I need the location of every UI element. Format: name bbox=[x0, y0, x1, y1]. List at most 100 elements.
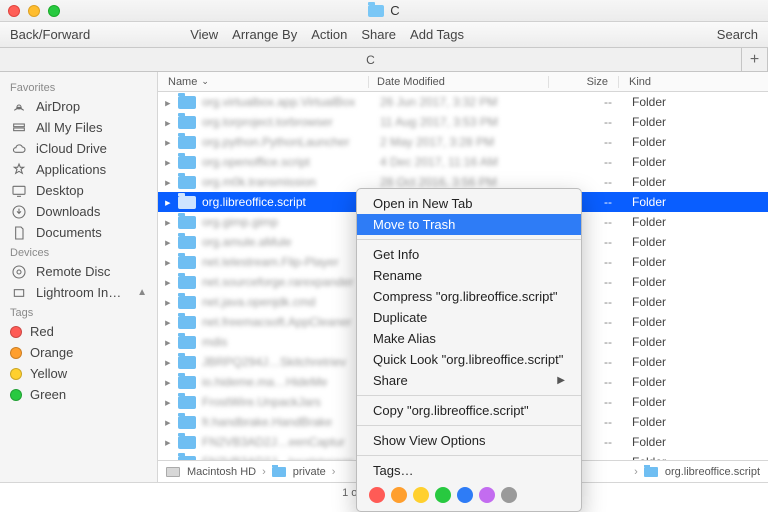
sidebar-item[interactable]: iCloud Drive bbox=[0, 138, 157, 159]
minimize-window-button[interactable] bbox=[28, 5, 40, 17]
disclosure-icon[interactable] bbox=[164, 298, 172, 306]
file-name: FN2VB3AD2J…localstorage bbox=[202, 455, 372, 460]
disclosure-icon[interactable] bbox=[164, 378, 172, 386]
context-menu: Open in New Tab Move to Trash Get InfoRena… bbox=[356, 188, 582, 512]
sidebar-label: Lightroom In… bbox=[36, 285, 121, 300]
folder-icon bbox=[178, 96, 196, 109]
context-menu-item[interactable]: Open in New Tab bbox=[357, 193, 581, 214]
zoom-window-button[interactable] bbox=[48, 5, 60, 17]
context-menu-item[interactable]: Copy "org.libreoffice.script" bbox=[357, 400, 581, 421]
sidebar-label: All My Files bbox=[36, 120, 102, 135]
menu-label: Open in New Tab bbox=[373, 196, 473, 211]
sidebar-item[interactable]: Downloads bbox=[0, 201, 157, 222]
disclosure-icon[interactable] bbox=[164, 338, 172, 346]
sidebar-tag[interactable]: Red bbox=[0, 321, 157, 342]
tag-color-button[interactable] bbox=[457, 487, 473, 503]
close-window-button[interactable] bbox=[8, 5, 20, 17]
column-size[interactable]: Size bbox=[548, 76, 618, 88]
context-menu-item[interactable]: Share▶ bbox=[357, 370, 581, 391]
context-menu-item[interactable]: Rename bbox=[357, 265, 581, 286]
search-button[interactable]: Search bbox=[717, 27, 758, 42]
sidebar-label: Documents bbox=[36, 225, 102, 240]
sidebar-label: Red bbox=[30, 324, 54, 339]
table-row[interactable]: org.python.PythonLauncher2 May 2017, 3:2… bbox=[158, 132, 768, 152]
sidebar-icon bbox=[10, 286, 28, 300]
sidebar-label: Green bbox=[30, 387, 66, 402]
action-button[interactable]: Action bbox=[311, 27, 347, 42]
context-menu-item[interactable]: Quick Look "org.libreoffice.script" bbox=[357, 349, 581, 370]
tab-active[interactable]: C bbox=[0, 48, 742, 71]
disclosure-icon[interactable] bbox=[164, 218, 172, 226]
disclosure-icon[interactable] bbox=[164, 98, 172, 106]
context-menu-item[interactable]: Compress "org.libreoffice.script" bbox=[357, 286, 581, 307]
disclosure-icon[interactable] bbox=[164, 418, 172, 426]
path-leaf[interactable]: org.libreoffice.script bbox=[665, 466, 760, 478]
menu-label: Duplicate bbox=[373, 310, 427, 325]
menu-label: Move to Trash bbox=[373, 217, 455, 232]
disclosure-icon[interactable] bbox=[164, 158, 172, 166]
folder-icon bbox=[178, 176, 196, 189]
disclosure-icon[interactable] bbox=[164, 398, 172, 406]
file-kind: Folder bbox=[622, 355, 768, 369]
table-row[interactable]: org.openoffice.script4 Dec 2017, 11:16 A… bbox=[158, 152, 768, 172]
tag-color-button[interactable] bbox=[413, 487, 429, 503]
disclosure-icon[interactable] bbox=[164, 438, 172, 446]
context-menu-item[interactable]: Show View Options bbox=[357, 430, 581, 451]
context-menu-item[interactable]: Move to Trash bbox=[357, 214, 581, 235]
sidebar-item[interactable]: AirDrop bbox=[0, 96, 157, 117]
tag-color-button[interactable] bbox=[479, 487, 495, 503]
sidebar-item[interactable]: Lightroom In… ▲ bbox=[0, 282, 157, 303]
eject-icon[interactable]: ▲ bbox=[137, 287, 147, 298]
column-date[interactable]: Date Modified bbox=[368, 76, 548, 88]
disclosure-icon[interactable] bbox=[164, 318, 172, 326]
date-modified: 28 Oct 2016, 3:56 PM bbox=[372, 175, 552, 189]
context-menu-item[interactable]: Get Info bbox=[357, 244, 581, 265]
disclosure-icon[interactable] bbox=[164, 138, 172, 146]
disclosure-icon[interactable] bbox=[164, 198, 172, 206]
disclosure-icon[interactable] bbox=[164, 178, 172, 186]
back-forward-button[interactable]: Back/Forward bbox=[10, 27, 90, 42]
path-seg[interactable]: private bbox=[293, 466, 326, 478]
file-size: -- bbox=[552, 115, 622, 129]
new-tab-button[interactable]: + bbox=[742, 48, 768, 71]
disclosure-icon[interactable] bbox=[164, 258, 172, 266]
sidebar-item[interactable]: Documents bbox=[0, 222, 157, 243]
column-name[interactable]: Name⌄ bbox=[158, 76, 368, 88]
context-menu-item[interactable]: Duplicate bbox=[357, 307, 581, 328]
context-menu-item[interactable]: Make Alias bbox=[357, 328, 581, 349]
table-row[interactable]: org.virtualbox.app.VirtualBox26 Jun 2017… bbox=[158, 92, 768, 112]
folder-icon bbox=[178, 376, 196, 389]
tags-button[interactable]: Add Tags bbox=[410, 27, 464, 42]
folder-icon bbox=[644, 467, 658, 477]
disclosure-icon[interactable] bbox=[164, 278, 172, 286]
table-row[interactable]: org.torproject.torbrowser11 Aug 2017, 3:… bbox=[158, 112, 768, 132]
disclosure-icon[interactable] bbox=[164, 118, 172, 126]
sidebar-item[interactable]: Desktop bbox=[0, 180, 157, 201]
file-name: net.sourceforge.rarexpander bbox=[202, 275, 372, 289]
sidebar-tag[interactable]: Green bbox=[0, 384, 157, 405]
sidebar-item[interactable]: Applications bbox=[0, 159, 157, 180]
share-button[interactable]: Share bbox=[361, 27, 396, 42]
column-kind[interactable]: Kind bbox=[618, 76, 768, 88]
sidebar-tag[interactable]: Orange bbox=[0, 342, 157, 363]
tag-color-button[interactable] bbox=[369, 487, 385, 503]
folder-icon bbox=[178, 216, 196, 229]
file-name: org.virtualbox.app.VirtualBox bbox=[202, 95, 372, 109]
tag-color-button[interactable] bbox=[435, 487, 451, 503]
window-title: C bbox=[0, 3, 768, 18]
context-menu-item[interactable]: Tags… bbox=[357, 460, 581, 481]
arrange-button[interactable]: Arrange By bbox=[232, 27, 297, 42]
tag-color-button[interactable] bbox=[501, 487, 517, 503]
view-button[interactable]: View bbox=[190, 27, 218, 42]
menu-separator bbox=[357, 455, 581, 456]
file-name: org.openoffice.script bbox=[202, 155, 372, 169]
sidebar-item[interactable]: Remote Disc bbox=[0, 261, 157, 282]
file-kind: Folder bbox=[622, 435, 768, 449]
sidebar-item[interactable]: All My Files bbox=[0, 117, 157, 138]
disclosure-icon[interactable] bbox=[164, 238, 172, 246]
disclosure-icon[interactable] bbox=[164, 358, 172, 366]
sidebar-tag[interactable]: Yellow bbox=[0, 363, 157, 384]
tag-color-button[interactable] bbox=[391, 487, 407, 503]
sidebar-icon bbox=[10, 184, 28, 198]
path-hd[interactable]: Macintosh HD bbox=[187, 466, 256, 478]
